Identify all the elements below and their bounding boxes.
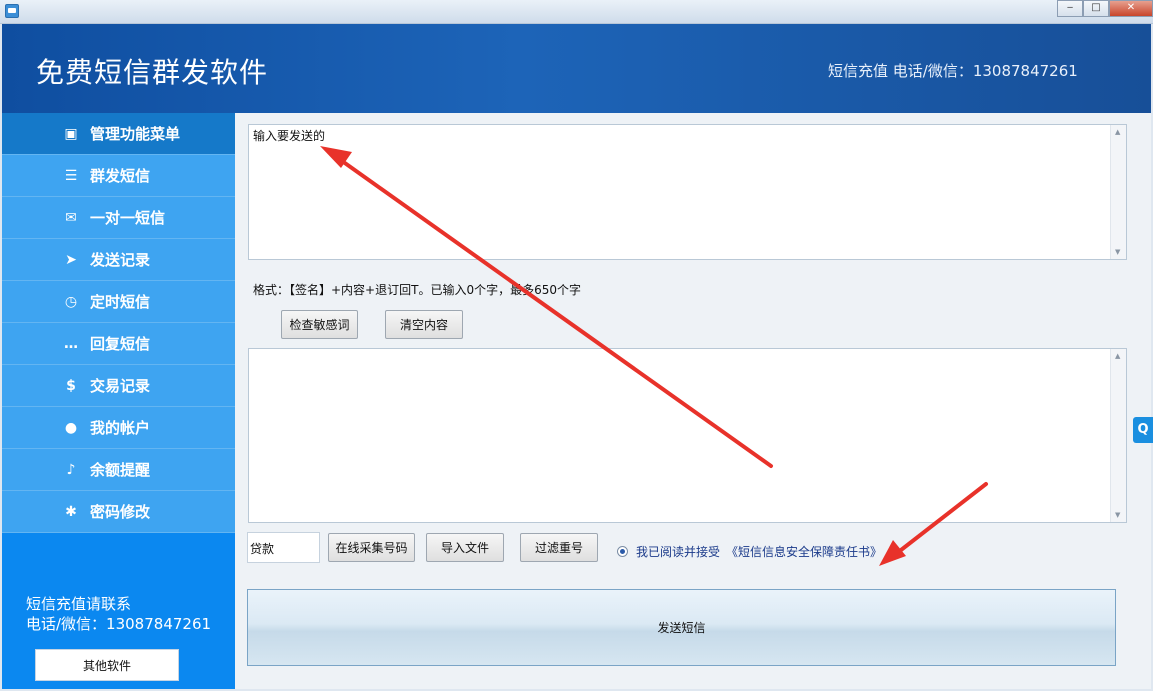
- minimize-button[interactable]: ‒: [1057, 0, 1083, 17]
- sidebar: ▣ 管理功能菜单 ☰ 群发短信 ✉ 一对一短信 ➤ 发送记录 ◷ 定时短信 … …: [2, 113, 235, 689]
- sidebar-item-label: 群发短信: [90, 167, 151, 185]
- money-bag-icon: $: [66, 377, 76, 394]
- sidebar-item-my-account[interactable]: ● 我的帐户: [2, 407, 235, 449]
- sidebar-item-label: 发送记录: [90, 251, 151, 269]
- gear-lock-icon: ✱: [65, 503, 77, 520]
- sidebar-contact-line1: 短信充值请联系: [26, 595, 132, 613]
- online-collect-numbers-button[interactable]: 在线采集号码: [328, 533, 415, 562]
- sidebar-header-menu[interactable]: ▣ 管理功能菜单: [2, 113, 235, 155]
- sidebar-contact: 短信充值请联系 电话/微信：13087847261: [26, 594, 211, 634]
- sidebar-contact-line2: 电话/微信：13087847261: [26, 615, 212, 633]
- sidebar-item-group-sms[interactable]: ☰ 群发短信: [2, 155, 235, 197]
- sidebar-item-reply-sms[interactable]: … 回复短信: [2, 323, 235, 365]
- sidebar-item-label: 密码修改: [90, 503, 151, 521]
- dedupe-numbers-button[interactable]: 过滤重号: [520, 533, 598, 562]
- sidebar-item-scheduled-sms[interactable]: ◷ 定时短信: [2, 281, 235, 323]
- group-chat-icon: ☰: [64, 167, 78, 184]
- window-controls: ‒ □ ✕: [1057, 0, 1153, 17]
- sidebar-item-transactions[interactable]: $ 交易记录: [2, 365, 235, 407]
- agreement-text: 我已阅读并接受: [636, 545, 721, 559]
- message-text: 输入要发送的: [253, 129, 326, 143]
- timer-icon: ◷: [64, 293, 78, 310]
- send-record-icon: ➤: [65, 251, 77, 268]
- window-title-bar: ‒ □ ✕: [0, 0, 1153, 24]
- header-banner: 免费短信群发软件 短信充值 电话/微信：13087847261: [2, 24, 1151, 113]
- clear-content-button[interactable]: 清空内容: [385, 310, 463, 339]
- sidebar-item-send-records[interactable]: ➤ 发送记录: [2, 239, 235, 281]
- import-file-button[interactable]: 导入文件: [426, 533, 504, 562]
- sidebar-item-change-password[interactable]: ✱ 密码修改: [2, 491, 235, 533]
- agreement-link[interactable]: 《短信信息安全保障责任书》: [726, 543, 882, 560]
- format-hint: 格式：【签名】+内容+退订回T。已输入0个字，最多650个字: [253, 283, 581, 297]
- message-textarea[interactable]: 输入要发送的: [248, 124, 1127, 260]
- maximize-button[interactable]: □: [1083, 0, 1109, 17]
- message-scrollbar[interactable]: [1110, 125, 1126, 259]
- sidebar-item-label: 一对一短信: [90, 209, 166, 227]
- sidebar-item-label: 余额提醒: [90, 461, 151, 479]
- agreement-radio[interactable]: [617, 546, 628, 557]
- sidebar-item-one-to-one-sms[interactable]: ✉ 一对一短信: [2, 197, 235, 239]
- close-button[interactable]: ✕: [1109, 0, 1153, 17]
- sidebar-item-label: 交易记录: [90, 377, 151, 395]
- other-software-button[interactable]: 其他软件: [35, 649, 179, 681]
- sidebar-item-label: 回复短信: [90, 335, 151, 353]
- sidebar-item-label: 定时短信: [90, 293, 151, 311]
- person-icon: ●: [64, 419, 78, 436]
- keyword-input[interactable]: 贷款: [247, 532, 320, 563]
- header-contact: 短信充值 电话/微信：13087847261: [828, 62, 1078, 80]
- bell-icon: ♪: [66, 461, 76, 478]
- agreement-row: 我已阅读并接受 《短信信息安全保障责任书》: [617, 543, 882, 560]
- check-sensitive-words-button[interactable]: 检查敏感词: [281, 310, 358, 339]
- monitor-icon: ▣: [64, 125, 78, 142]
- side-search-tab[interactable]: Q: [1133, 417, 1153, 443]
- app-icon: [5, 4, 19, 18]
- sidebar-item-label: 我的帐户: [90, 419, 151, 437]
- numbers-scrollbar[interactable]: [1110, 349, 1126, 522]
- reply-bubble-icon: …: [64, 335, 78, 352]
- app-title: 免费短信群发软件: [36, 56, 269, 89]
- user-message-icon: ✉: [65, 209, 77, 226]
- numbers-textarea[interactable]: [248, 348, 1127, 523]
- main-panel: 输入要发送的 格式：【签名】+内容+退订回T。已输入0个字，最多650个字 检查…: [235, 113, 1151, 689]
- sidebar-item-balance-reminder[interactable]: ♪ 余额提醒: [2, 449, 235, 491]
- send-sms-button[interactable]: 发送短信: [247, 589, 1116, 666]
- sidebar-item-label: 管理功能菜单: [90, 125, 181, 143]
